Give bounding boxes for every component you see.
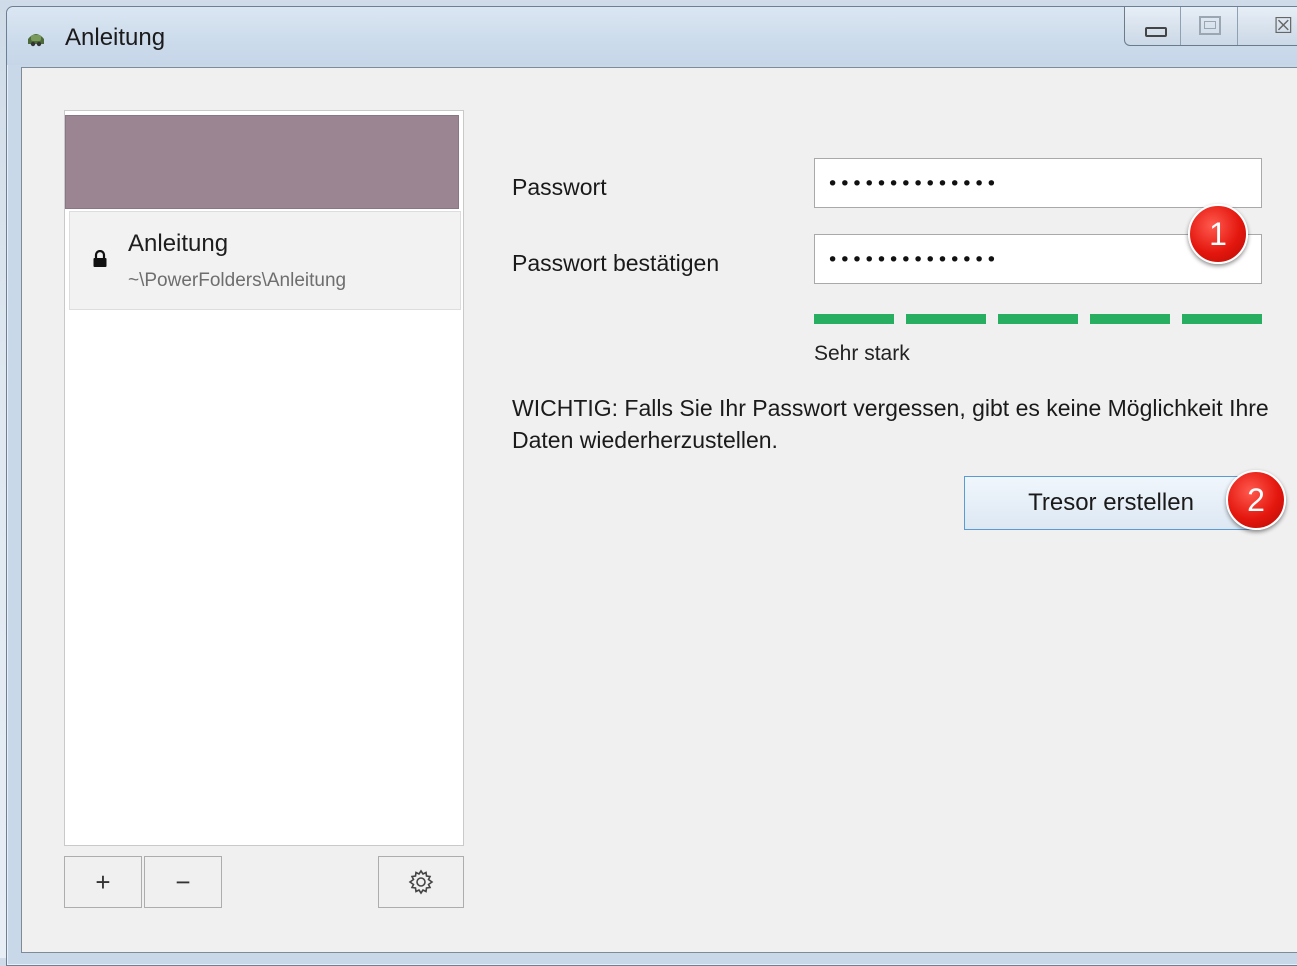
dialog-client-area: Anleitung ~\PowerFolders\Anleitung + − P… xyxy=(21,67,1297,953)
strength-segment xyxy=(998,314,1078,324)
password-input[interactable]: •••••••••••••• xyxy=(814,158,1262,208)
vault-list[interactable]: Anleitung ~\PowerFolders\Anleitung xyxy=(64,110,464,846)
close-icon: ☒ xyxy=(1273,13,1294,38)
vault-list-header xyxy=(65,115,459,209)
minus-icon: − xyxy=(175,866,191,897)
strength-label: Sehr stark xyxy=(814,342,910,365)
vault-name: Anleitung xyxy=(128,230,229,257)
app-window: Anleitung ☒ Anleitung ~\PowerFolders\Anl… xyxy=(6,6,1297,966)
maximize-button[interactable] xyxy=(1181,7,1238,45)
warning-text: WICHTIG: Falls Sie Ihr Passwort vergesse… xyxy=(512,395,1269,453)
close-button[interactable]: ☒ xyxy=(1238,7,1297,45)
add-vault-button[interactable]: + xyxy=(64,856,142,908)
strength-segment xyxy=(1090,314,1170,324)
strength-segment xyxy=(1182,314,1262,324)
confirm-password-label: Passwort bestätigen xyxy=(512,250,720,276)
window-controls: ☒ xyxy=(1124,7,1297,46)
window-title: Anleitung xyxy=(65,24,166,51)
create-vault-label: Tresor erstellen xyxy=(1028,489,1194,516)
plus-icon: + xyxy=(95,866,111,897)
step-badge-2: 2 xyxy=(1226,470,1286,530)
settings-button[interactable] xyxy=(378,856,464,908)
password-label: Passwort xyxy=(512,174,607,200)
app-icon xyxy=(28,34,44,47)
lock-icon xyxy=(93,250,107,267)
step-badge-1: 1 xyxy=(1188,204,1248,264)
gear-icon xyxy=(408,869,434,895)
strength-segment xyxy=(814,314,894,324)
minimize-button[interactable] xyxy=(1125,7,1182,45)
vault-list-item[interactable]: Anleitung ~\PowerFolders\Anleitung xyxy=(69,211,461,310)
remove-vault-button[interactable]: − xyxy=(144,856,222,908)
vault-path: ~\PowerFolders\Anleitung xyxy=(128,270,347,291)
title-bar: Anleitung ☒ xyxy=(7,7,1297,65)
strength-segment xyxy=(906,314,986,324)
create-vault-button[interactable]: Tresor erstellen xyxy=(964,476,1258,530)
